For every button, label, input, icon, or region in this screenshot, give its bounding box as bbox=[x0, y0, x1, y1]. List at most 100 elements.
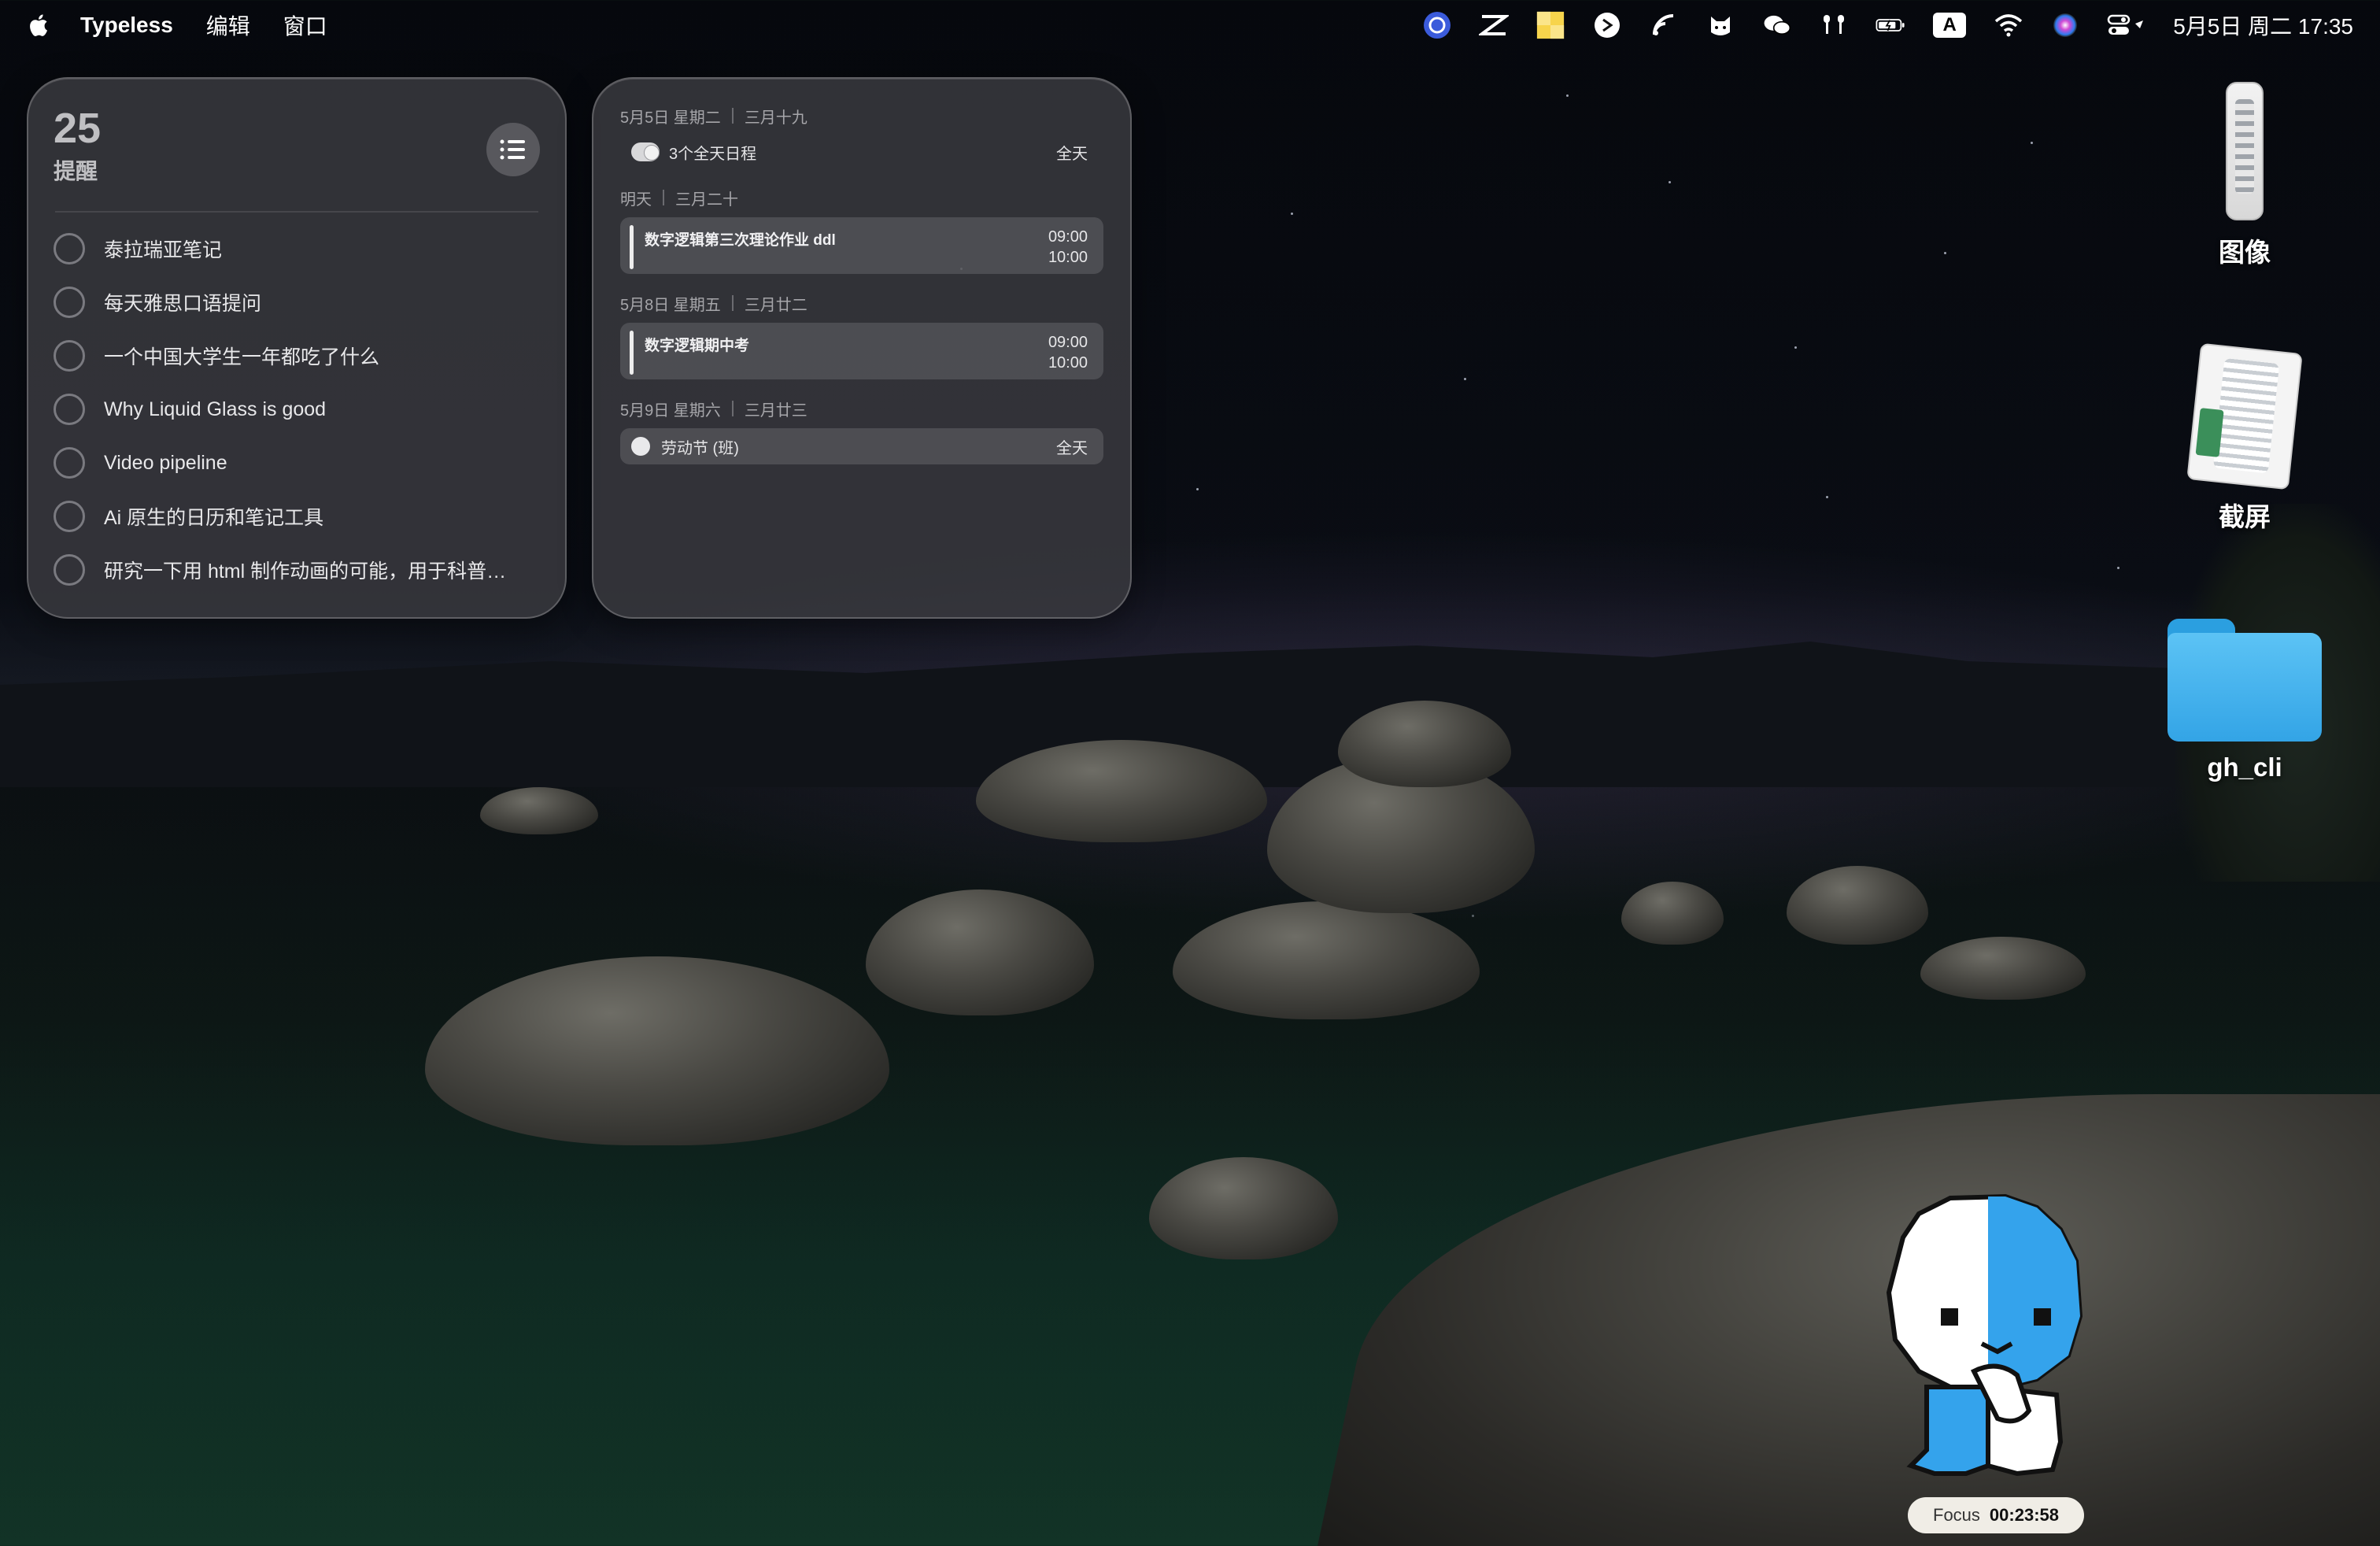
rock bbox=[480, 787, 598, 834]
rock bbox=[1621, 882, 1724, 945]
folder-body bbox=[2168, 633, 2322, 742]
reminder-text: Why Liquid Glass is good bbox=[104, 398, 327, 420]
separator bbox=[731, 295, 734, 311]
day-date: 明天 bbox=[620, 190, 652, 209]
battery-icon[interactable] bbox=[1876, 10, 1905, 40]
rock bbox=[1787, 866, 1928, 945]
status-area: A 5月5日 周二 17:35 bbox=[1422, 0, 2353, 50]
event-start: 09:00 bbox=[1048, 228, 1088, 246]
divider bbox=[55, 211, 538, 213]
event-times: 09:00 10:00 bbox=[1048, 331, 1088, 373]
rock bbox=[425, 956, 889, 1145]
wechat-icon[interactable] bbox=[1762, 10, 1792, 40]
all-day-summary: 3个全天日程 bbox=[631, 141, 756, 164]
reminder-text: 研究一下用 html 制作动画的可能，用于科普… bbox=[104, 560, 507, 583]
reminders-count: 25 bbox=[54, 105, 102, 152]
all-day-events-row[interactable]: 3个全天日程 全天 bbox=[620, 134, 1103, 170]
day-lunar: 三月廿三 bbox=[744, 401, 808, 420]
capcut-icon[interactable] bbox=[1479, 10, 1510, 40]
calendar-day-header: 5月9日 星期六 三月廿三 bbox=[620, 397, 1103, 420]
separator bbox=[731, 401, 734, 416]
reminder-item[interactable]: 研究一下用 html 制作动画的可能，用于科普… bbox=[54, 543, 541, 597]
calendar-day-header: 明天 三月二十 bbox=[620, 186, 1103, 209]
calendar-day-header: 5月8日 星期五 三月廿二 bbox=[620, 291, 1103, 315]
day-date: 5月9日 星期六 bbox=[620, 401, 721, 420]
calendar-event[interactable]: 数字逻辑第三次理论作业 ddl 09:00 10:00 bbox=[620, 217, 1103, 274]
reminder-checkbox[interactable] bbox=[54, 394, 85, 425]
desktop-item-label: 截屏 bbox=[2219, 502, 2271, 531]
feed-icon[interactable] bbox=[1649, 10, 1679, 40]
reminders-list: 泰拉瑞亚笔记 每天雅思口语提问 一个中国大学生一年都吃了什么 Why Liqui… bbox=[54, 222, 541, 597]
reminder-checkbox[interactable] bbox=[54, 233, 85, 264]
day-date: 5月5日 星期二 bbox=[620, 109, 721, 127]
folder-icon bbox=[2168, 619, 2322, 742]
reminder-item[interactable]: 每天雅思口语提问 bbox=[54, 276, 541, 329]
desktop-item-screenshots[interactable]: 截屏 bbox=[2166, 342, 2323, 534]
calendar-event[interactable]: 数字逻辑期中考 09:00 10:00 bbox=[620, 323, 1103, 379]
airpods-icon[interactable] bbox=[1819, 10, 1849, 40]
apple-menu-icon[interactable] bbox=[27, 13, 49, 38]
app-name-menu[interactable]: Typeless bbox=[80, 13, 173, 38]
calendar-widget[interactable]: 5月5日 星期二 三月十九 3个全天日程 全天 明天 三月二十 数字逻辑第三次理… bbox=[592, 77, 1132, 619]
list-icon bbox=[500, 139, 525, 160]
reminder-item[interactable]: 一个中国大学生一年都吃了什么 bbox=[54, 329, 541, 383]
day-date: 5月8日 星期五 bbox=[620, 296, 721, 314]
event-start: 09:00 bbox=[1048, 334, 1088, 351]
holiday-tag: 全天 bbox=[1056, 439, 1088, 457]
menu-window[interactable]: 窗口 bbox=[283, 9, 327, 41]
reminder-item[interactable]: Why Liquid Glass is good bbox=[54, 383, 541, 436]
reminders-widget[interactable]: 25 提醒 泰拉瑞亚笔记 每天雅思口语提问 一个中国大学生一年都吃了什么 Why… bbox=[27, 77, 567, 619]
event-end: 10:00 bbox=[1048, 354, 1088, 372]
star bbox=[1566, 94, 1569, 97]
holiday-dot-icon bbox=[631, 437, 650, 456]
calendar-day-header: 5月5日 星期二 三月十九 bbox=[620, 104, 1103, 128]
event-title: 数字逻辑期中考 bbox=[645, 338, 750, 354]
control-center-icon[interactable] bbox=[2107, 10, 2146, 40]
star bbox=[1464, 378, 1466, 380]
cat-icon[interactable] bbox=[1706, 10, 1735, 40]
star bbox=[1826, 496, 1828, 498]
app-icon-1[interactable] bbox=[1422, 10, 1452, 40]
event-color-bar bbox=[630, 331, 634, 375]
reminder-item[interactable]: Video pipeline bbox=[54, 436, 541, 490]
day-lunar: 三月十九 bbox=[744, 109, 808, 127]
reminder-text: 泰拉瑞亚笔记 bbox=[104, 239, 223, 261]
sticky-notes-icon[interactable] bbox=[1536, 10, 1565, 40]
reminder-item[interactable]: 泰拉瑞亚笔记 bbox=[54, 222, 541, 276]
star bbox=[2117, 567, 2119, 569]
wifi-icon[interactable] bbox=[1994, 10, 2023, 40]
focus-timer[interactable]: Focus 00:23:58 bbox=[1908, 1497, 2084, 1533]
event-title: 数字逻辑第三次理论作业 ddl bbox=[645, 232, 836, 249]
event-color-bar bbox=[630, 225, 634, 269]
input-source-icon[interactable]: A bbox=[1932, 10, 1967, 40]
desktop-item-label: 图像 bbox=[2219, 238, 2271, 267]
reminder-checkbox[interactable] bbox=[54, 340, 85, 372]
reminder-checkbox[interactable] bbox=[54, 554, 85, 586]
app-icon-2[interactable] bbox=[1592, 10, 1622, 40]
star bbox=[1944, 252, 1946, 254]
menu-bar: Typeless 编辑 窗口 A 5月5日 周二 17:35 bbox=[0, 0, 2380, 50]
separator bbox=[731, 108, 734, 124]
all-day-dots-icon bbox=[631, 142, 660, 161]
list-view-button[interactable] bbox=[486, 123, 540, 176]
star bbox=[2031, 142, 2033, 144]
image-thumbnail-icon bbox=[2226, 82, 2264, 220]
star bbox=[1291, 213, 1293, 215]
star bbox=[1472, 915, 1474, 917]
reminder-checkbox[interactable] bbox=[54, 501, 85, 532]
reminder-checkbox[interactable] bbox=[54, 287, 85, 318]
pixel-mascot-icon[interactable] bbox=[1879, 1190, 2116, 1505]
reminder-checkbox[interactable] bbox=[54, 447, 85, 479]
rock bbox=[866, 890, 1094, 1015]
focus-time: 00:23:58 bbox=[1989, 1505, 2059, 1525]
desktop-item-gh-cli[interactable]: gh_cli bbox=[2166, 619, 2323, 782]
reminder-item[interactable]: Ai 原生的日历和笔记工具 bbox=[54, 490, 541, 543]
desktop-item-label: gh_cli bbox=[2207, 753, 2282, 782]
desktop-item-images[interactable]: 图像 bbox=[2166, 82, 2323, 269]
menu-edit[interactable]: 编辑 bbox=[206, 9, 250, 41]
holiday-title: 劳动节 (班) bbox=[661, 439, 739, 457]
siri-icon[interactable] bbox=[2050, 10, 2080, 40]
input-source-label: A bbox=[1933, 13, 1967, 38]
holiday-event[interactable]: 劳动节 (班) 全天 bbox=[620, 428, 1103, 464]
menubar-clock[interactable]: 5月5日 周二 17:35 bbox=[2173, 9, 2353, 41]
